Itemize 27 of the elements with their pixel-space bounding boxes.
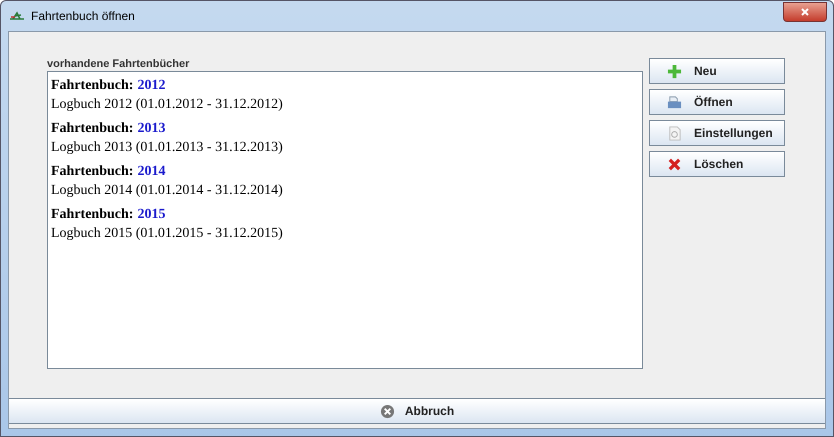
app-icon — [9, 10, 25, 22]
entry-year[interactable]: 2012 — [137, 76, 166, 95]
settings-button[interactable]: Einstellungen — [649, 120, 785, 146]
delete-button[interactable]: Löschen — [649, 151, 785, 177]
list-label: vorhandene Fahrtenbücher — [47, 58, 190, 70]
open-button[interactable]: Öffnen — [649, 89, 785, 115]
entry-year[interactable]: 2015 — [137, 205, 166, 224]
new-button[interactable]: Neu — [649, 58, 785, 84]
plus-icon — [667, 64, 682, 78]
close-button[interactable] — [783, 2, 827, 22]
cancel-button[interactable]: Abbruch — [9, 398, 825, 424]
entry-heading[interactable]: Fahrtenbuch: — [51, 76, 134, 95]
window-title: Fahrtenbuch öffnen — [31, 9, 136, 23]
cross-icon — [667, 156, 682, 172]
close-icon — [799, 7, 811, 17]
entry-detail[interactable]: Logbuch 2012 (01.01.2012 - 31.12.2012) — [51, 95, 639, 114]
folder-icon — [667, 94, 682, 110]
entry-heading[interactable]: Fahrtenbuch: — [51, 162, 134, 181]
entry-detail[interactable]: Logbuch 2014 (01.01.2014 - 31.12.2014) — [51, 181, 639, 200]
cancel-icon — [380, 404, 395, 418]
entry-detail[interactable]: Logbuch 2015 (01.01.2015 - 31.12.2015) — [51, 224, 639, 243]
entry-detail[interactable]: Logbuch 2013 (01.01.2013 - 31.12.2013) — [51, 138, 639, 157]
entry-heading[interactable]: Fahrtenbuch: — [51, 119, 134, 138]
entry-year[interactable]: 2013 — [137, 119, 166, 138]
entry-year[interactable]: 2014 — [137, 162, 166, 181]
document-icon — [667, 126, 682, 140]
entry-heading[interactable]: Fahrtenbuch: — [51, 205, 134, 224]
